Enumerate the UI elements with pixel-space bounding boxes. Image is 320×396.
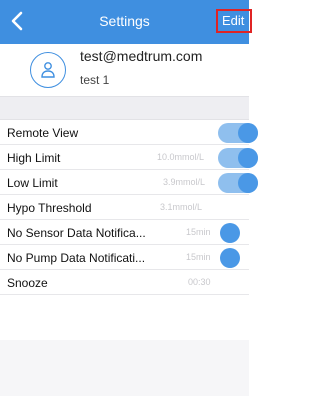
nav-bar: Settings Edit	[0, 0, 252, 44]
no-pump-data-toggle[interactable]	[220, 248, 260, 268]
high-limit-toggle[interactable]	[218, 148, 258, 168]
setting-value: 10.0mmol/L	[157, 152, 205, 162]
toggle-knob	[238, 148, 258, 168]
setting-value: 15min	[186, 227, 211, 237]
setting-label: Snooze	[7, 276, 48, 290]
setting-value: 3.1mmol/L	[160, 202, 203, 212]
profile-card[interactable]: test@medtrum.com test 1	[0, 44, 249, 96]
setting-snooze[interactable]: Snooze 00:30	[0, 270, 249, 295]
setting-label: No Pump Data Notificati...	[7, 251, 146, 265]
setting-hypo-threshold[interactable]: Hypo Threshold 3.1mmol/L	[0, 195, 249, 220]
avatar	[30, 52, 66, 88]
section-divider	[0, 96, 249, 120]
toggle-knob	[220, 248, 240, 268]
edit-button[interactable]: Edit	[216, 9, 252, 33]
empty-background	[0, 340, 249, 396]
remote-view-toggle[interactable]	[218, 123, 258, 143]
setting-value: 00:30	[188, 277, 211, 287]
account-name: test 1	[80, 73, 110, 87]
user-icon	[41, 62, 55, 78]
page-title: Settings	[99, 13, 150, 29]
toggle-knob	[220, 223, 240, 243]
setting-no-sensor-data[interactable]: No Sensor Data Notifica... 15min	[0, 220, 260, 245]
toggle-knob	[238, 123, 258, 143]
no-sensor-data-toggle[interactable]	[220, 223, 260, 243]
setting-label: High Limit	[7, 151, 61, 165]
setting-high-limit[interactable]: High Limit 10.0mmol/L	[0, 145, 258, 170]
setting-low-limit[interactable]: Low Limit 3.9mmol/L	[0, 170, 258, 195]
toggle-knob	[238, 173, 258, 193]
setting-label: Remote View	[7, 126, 79, 140]
setting-value: 3.9mmol/L	[163, 177, 206, 187]
low-limit-toggle[interactable]	[218, 173, 258, 193]
setting-label: Hypo Threshold	[7, 201, 92, 215]
settings-list: Remote View High Limit 10.0mmol/L Low Li…	[0, 120, 260, 295]
account-email: test@medtrum.com	[80, 48, 203, 64]
setting-no-pump-data[interactable]: No Pump Data Notificati... 15min	[0, 245, 260, 270]
setting-remote-view[interactable]: Remote View	[0, 120, 258, 145]
setting-label: No Sensor Data Notifica...	[7, 226, 146, 240]
setting-value: 15min	[186, 252, 211, 262]
setting-label: Low Limit	[7, 176, 58, 190]
